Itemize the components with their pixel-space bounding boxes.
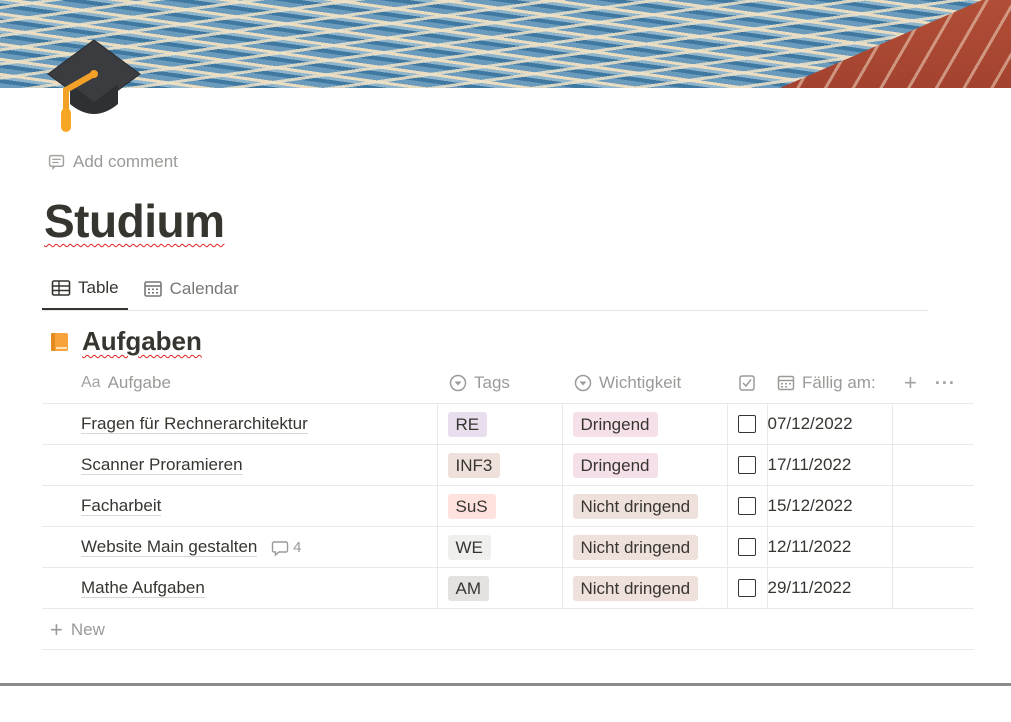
table-header-row: Aa Aufgabe Tags Wichtigkeit Fällig am: +… bbox=[42, 363, 974, 404]
table-icon bbox=[51, 280, 71, 296]
page-title[interactable]: Studium bbox=[44, 194, 225, 248]
cell-wichtigkeit[interactable]: Dringend bbox=[561, 403, 727, 445]
cell-empty bbox=[891, 403, 974, 445]
cell-tags[interactable]: SuS bbox=[436, 485, 562, 527]
task-name[interactable]: Scanner Proramieren bbox=[81, 455, 243, 475]
tasks-table: Aa Aufgabe Tags Wichtigkeit Fällig am: +… bbox=[42, 363, 974, 609]
add-comment-button[interactable]: Add comment bbox=[48, 152, 178, 172]
table-row[interactable]: Facharbeit SuS Nicht dringend 15/12/2022 bbox=[42, 485, 974, 527]
tab-calendar-label: Calendar bbox=[169, 278, 239, 298]
orange-book-icon bbox=[51, 332, 68, 351]
cell-aufgabe[interactable]: Mathe Aufgaben bbox=[42, 567, 437, 609]
tag-pill: AM bbox=[447, 575, 489, 601]
select-icon bbox=[449, 374, 467, 392]
select-icon bbox=[574, 374, 592, 392]
table-row[interactable]: Mathe Aufgaben AM Nicht dringend 29/11/2… bbox=[42, 567, 974, 609]
more-options-icon[interactable]: ··· bbox=[935, 373, 956, 394]
tag-pill: INF3 bbox=[447, 452, 501, 478]
date-icon bbox=[777, 375, 795, 391]
comment-icon bbox=[48, 154, 65, 170]
task-name[interactable]: Fragen für Rechnerarchitektur bbox=[81, 414, 308, 434]
bottom-divider bbox=[0, 683, 1011, 686]
comment-count[interactable]: 4 bbox=[271, 539, 301, 557]
cell-done bbox=[726, 403, 767, 445]
done-checkbox[interactable] bbox=[737, 579, 756, 597]
cell-aufgabe[interactable]: Website Main gestalten 4 bbox=[42, 526, 437, 568]
text-property-icon: Aa bbox=[81, 374, 101, 391]
task-name[interactable]: Mathe Aufgaben bbox=[81, 578, 205, 598]
cell-done bbox=[726, 485, 767, 527]
page-cover-image bbox=[0, 0, 1011, 88]
table-row[interactable]: Scanner Proramieren INF3 Dringend 17/11/… bbox=[42, 444, 974, 486]
comment-count-value: 4 bbox=[293, 539, 302, 557]
column-header-aufgabe[interactable]: Aa Aufgabe bbox=[42, 363, 437, 404]
priority-pill: Dringend bbox=[572, 411, 658, 437]
tab-calendar[interactable]: Calendar bbox=[134, 268, 248, 309]
cell-done bbox=[726, 567, 767, 609]
table-row[interactable]: Website Main gestalten 4 WE Nicht dringe… bbox=[42, 526, 974, 568]
add-property-plus-icon[interactable]: + bbox=[904, 370, 917, 396]
cell-empty bbox=[891, 444, 974, 486]
tag-pill: SuS bbox=[447, 493, 496, 519]
tag-pill: RE bbox=[447, 411, 488, 437]
plus-icon: + bbox=[50, 616, 63, 642]
task-name[interactable]: Website Main gestalten bbox=[81, 537, 258, 557]
priority-pill: Dringend bbox=[572, 452, 658, 478]
calendar-icon bbox=[143, 280, 162, 297]
cell-tags[interactable]: INF3 bbox=[436, 444, 562, 486]
cell-wichtigkeit[interactable]: Nicht dringend bbox=[561, 485, 727, 527]
cell-empty bbox=[891, 485, 974, 527]
done-checkbox[interactable] bbox=[737, 497, 756, 515]
column-header-wichtigkeit[interactable]: Wichtigkeit bbox=[562, 363, 727, 404]
view-tabs: Table Calendar bbox=[42, 268, 928, 311]
cell-done bbox=[726, 444, 767, 486]
column-header-faellig-label: Fällig am: bbox=[802, 373, 876, 392]
checkbox-icon bbox=[739, 375, 755, 391]
cell-tags[interactable]: WE bbox=[436, 526, 562, 568]
column-header-tags[interactable]: Tags bbox=[437, 363, 562, 404]
column-header-faellig[interactable]: Fällig am: bbox=[767, 363, 892, 404]
database-title-text: Aufgaben bbox=[82, 326, 202, 356]
cell-wichtigkeit[interactable]: Nicht dringend bbox=[561, 567, 727, 609]
cell-tags[interactable]: AM bbox=[436, 567, 562, 609]
cell-date[interactable]: 17/11/2022 bbox=[766, 444, 892, 486]
cell-date[interactable]: 15/12/2022 bbox=[766, 485, 892, 527]
tab-table-label: Table bbox=[78, 278, 119, 297]
priority-pill: Nicht dringend bbox=[572, 493, 699, 519]
cell-done bbox=[726, 526, 767, 568]
cell-date[interactable]: 07/12/2022 bbox=[766, 403, 892, 445]
tab-table[interactable]: Table bbox=[42, 268, 128, 310]
cell-date[interactable]: 29/11/2022 bbox=[766, 567, 892, 609]
column-header-aufgabe-label: Aufgabe bbox=[107, 373, 171, 392]
cell-aufgabe[interactable]: Fragen für Rechnerarchitektur bbox=[42, 403, 437, 445]
task-name[interactable]: Facharbeit bbox=[81, 496, 162, 516]
cell-empty bbox=[891, 567, 974, 609]
cover-mountain-graphic bbox=[706, 0, 1011, 88]
graduation-cap-icon[interactable] bbox=[46, 38, 142, 134]
column-header-done[interactable] bbox=[727, 363, 767, 404]
table-row[interactable]: Fragen für Rechnerarchitektur RE Dringen… bbox=[42, 403, 974, 445]
cell-date[interactable]: 12/11/2022 bbox=[766, 526, 892, 568]
done-checkbox[interactable] bbox=[737, 538, 756, 556]
new-row-label: New bbox=[70, 619, 105, 639]
add-comment-label: Add comment bbox=[73, 152, 178, 171]
column-header-tags-label: Tags bbox=[474, 373, 510, 392]
priority-pill: Nicht dringend bbox=[572, 534, 699, 560]
tag-pill: WE bbox=[447, 534, 491, 560]
column-header-actions: + ··· bbox=[892, 363, 974, 404]
cell-aufgabe[interactable]: Facharbeit bbox=[42, 485, 437, 527]
database-title[interactable]: Aufgaben bbox=[48, 326, 202, 357]
comment-icon bbox=[271, 540, 289, 557]
cell-tags[interactable]: RE bbox=[436, 403, 562, 445]
cell-wichtigkeit[interactable]: Dringend bbox=[561, 444, 727, 486]
new-row-button[interactable]: + New bbox=[42, 610, 974, 650]
priority-pill: Nicht dringend bbox=[572, 575, 699, 601]
cell-wichtigkeit[interactable]: Nicht dringend bbox=[561, 526, 727, 568]
column-header-wichtigkeit-label: Wichtigkeit bbox=[599, 373, 682, 392]
done-checkbox[interactable] bbox=[737, 415, 756, 433]
cell-empty bbox=[891, 526, 974, 568]
done-checkbox[interactable] bbox=[737, 456, 756, 474]
cell-aufgabe[interactable]: Scanner Proramieren bbox=[42, 444, 437, 486]
